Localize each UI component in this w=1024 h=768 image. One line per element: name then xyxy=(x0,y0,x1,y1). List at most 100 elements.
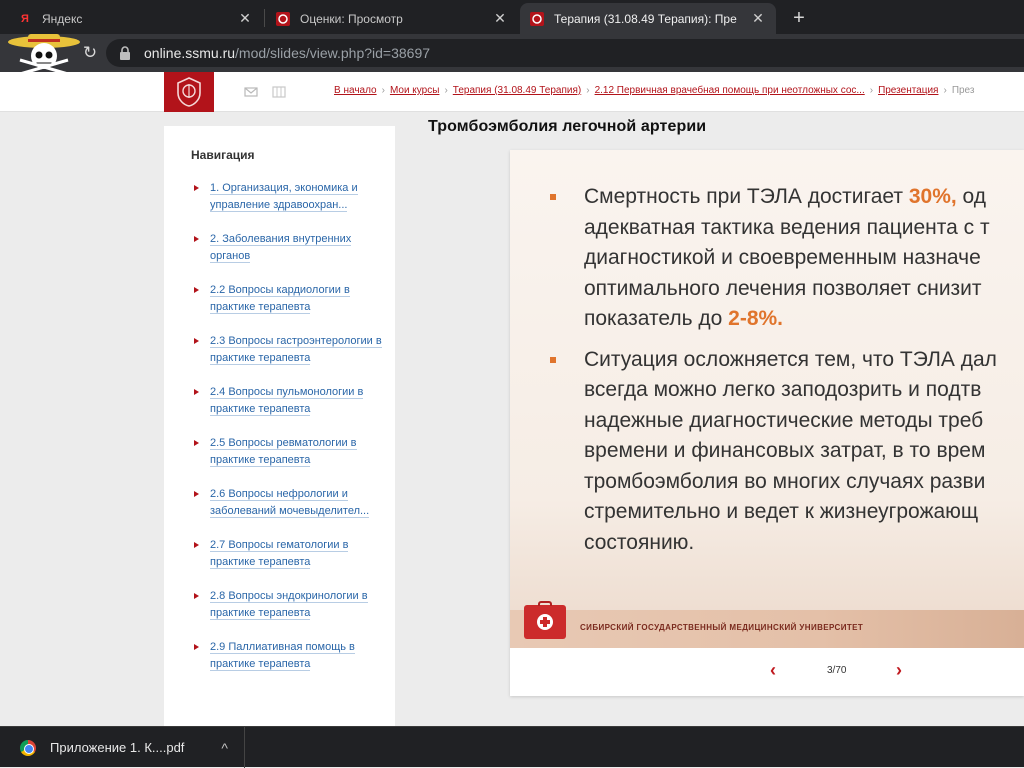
university-crest-logo[interactable] xyxy=(164,72,214,112)
nav-item-label[interactable]: 2.7 Вопросы гематологии в практике терап… xyxy=(210,539,349,569)
breadcrumb-separator: › xyxy=(943,85,947,96)
nav-item-label[interactable]: 2.3 Вопросы гастроэнтерологии в практике… xyxy=(210,335,382,365)
nav-item-label[interactable]: 2.5 Вопросы ревматологии в практике тера… xyxy=(210,437,357,467)
mail-icon[interactable] xyxy=(244,85,258,97)
slide-line: оптимального лечения позволяет снизит xyxy=(584,276,982,300)
download-item[interactable]: Приложение 1. К....pdf ^ xyxy=(10,727,245,768)
slide-image: Смертность при ТЭЛА достигает 30%, од ад… xyxy=(510,150,1024,648)
slide-line: показатель до 2-8%. xyxy=(584,304,1024,335)
breadcrumb-separator: › xyxy=(869,85,874,96)
grid-icon[interactable] xyxy=(272,85,286,98)
url-path: /mod/slides/view.php?id=38697 xyxy=(235,45,431,61)
url-host: online.ssmu.ru xyxy=(144,45,236,61)
arrow-bullet-icon xyxy=(194,185,199,191)
tab-title: Оценки: Просмотр xyxy=(300,11,403,26)
nav-item-pulmonology[interactable]: 2.4 Вопросы пульмонологии в практике тер… xyxy=(192,384,382,418)
slide-line: Смертность при ТЭЛА достигает 30%, од xyxy=(584,182,1024,213)
slide-highlight: 2-8%. xyxy=(728,307,784,330)
nav-item-internal-diseases[interactable]: 2. Заболевания внутренних органов xyxy=(192,231,382,265)
nav-item-rheumatology[interactable]: 2.5 Вопросы ревматологии в практике тера… xyxy=(192,435,382,469)
tab-title: Терапия (31.08.49 Терапия): Пре xyxy=(554,11,737,26)
close-icon[interactable]: ✕ xyxy=(237,10,253,27)
previous-slide-button[interactable]: ‹ xyxy=(770,660,776,681)
ssmu-crest-icon xyxy=(276,11,290,26)
nav-item-label[interactable]: 2.9 Паллиативная помощь в практике терап… xyxy=(210,641,355,671)
arrow-bullet-icon xyxy=(194,338,199,344)
breadcrumb-section[interactable]: 2.12 Первичная врачебная помощь при неот… xyxy=(595,85,865,96)
slide-line: адекватная тактика ведения пациента с т xyxy=(584,215,990,239)
close-icon[interactable]: ✕ xyxy=(492,10,508,27)
slide-bullet-situation: Ситуация осложняется тем, что ТЭЛА дал в… xyxy=(550,345,1024,559)
page-content: В начало › Мои курсы › Терапия (31.08.49 Тер… xyxy=(0,72,1024,726)
yandex-icon: Я xyxy=(21,12,29,25)
slide-text-run: Смертность при ТЭЛА достигает xyxy=(584,185,909,208)
tab-strip: Я Яндекс ✕ Оценки: Просмотр ✕ Терапия (3… xyxy=(0,0,1024,34)
lock-icon xyxy=(118,46,132,60)
download-shelf: Приложение 1. К....pdf ^ xyxy=(0,726,1024,768)
download-filename: Приложение 1. К....pdf xyxy=(50,740,185,755)
nav-item-cardiology[interactable]: 2.2 Вопросы кардиологии в практике терап… xyxy=(192,282,382,316)
slide-pager: ‹ 3/70 › xyxy=(510,648,1024,696)
slide-line: всегда можно легко заподозрить и подтв xyxy=(584,378,982,401)
close-icon[interactable]: ✕ xyxy=(750,10,766,27)
arrow-bullet-icon xyxy=(194,491,199,497)
nav-item-endocrinology[interactable]: 2.8 Вопросы эндокринологии в практике те… xyxy=(192,588,382,622)
slide-text-run: од xyxy=(956,185,987,208)
slide-viewer: Смертность при ТЭЛА достигает 30%, од ад… xyxy=(510,150,1024,696)
slide-highlight: 30%, xyxy=(908,185,957,208)
nav-item-gastroenterology[interactable]: 2.3 Вопросы гастроэнтерологии в практике… xyxy=(192,333,382,367)
tab-therapy[interactable]: Терапия (31.08.49 Терапия): Пре ✕ xyxy=(520,3,776,34)
nav-item-label[interactable]: 2.2 Вопросы кардиологии в практике терап… xyxy=(210,284,350,314)
tab-separator xyxy=(264,9,265,27)
first-aid-kit-icon xyxy=(524,601,566,639)
square-bullet-icon xyxy=(550,194,556,200)
breadcrumb-my-courses[interactable]: Мои курсы xyxy=(390,85,440,96)
tab-grades[interactable]: Оценки: Просмотр ✕ xyxy=(266,3,518,34)
slide-line: диагностикой и своевременным назначе xyxy=(584,246,981,269)
navigation-title: Навигация xyxy=(191,148,255,162)
navigation-block: Навигация 1. Организация, экономика и уп… xyxy=(164,126,395,726)
site-header: В начало › Мои курсы › Терапия (31.08.49 Тер… xyxy=(0,72,1024,112)
tab-title: Яндекс xyxy=(42,11,83,26)
chrome-icon xyxy=(20,739,36,756)
arrow-bullet-icon xyxy=(194,593,199,599)
breadcrumb-course[interactable]: Терапия (31.08.49 Терапия) xyxy=(453,85,581,96)
arrow-bullet-icon xyxy=(194,440,199,446)
slide-line: Ситуация осложняется тем, что ТЭЛА дал xyxy=(584,347,997,371)
breadcrumb-presentation[interactable]: Презентация xyxy=(878,85,938,96)
breadcrumb-separator: › xyxy=(444,85,448,96)
breadcrumb-separator: › xyxy=(381,85,385,96)
address-bar[interactable]: online.ssmu.ru/mod/slides/view.php?id=38… xyxy=(106,39,1024,67)
arrow-bullet-icon xyxy=(194,644,199,650)
nav-item-palliative[interactable]: 2.9 Паллиативная помощь в практике терап… xyxy=(192,639,382,673)
page-title: Тромбоэмболия легочной артерии xyxy=(428,118,707,135)
breadcrumb-current: През xyxy=(951,85,975,96)
nav-item-label[interactable]: 2.4 Вопросы пульмонологии в практике тер… xyxy=(210,386,364,416)
nav-item-hematology[interactable]: 2.7 Вопросы гематологии в практике терап… xyxy=(192,537,382,571)
nav-item-label[interactable]: 1. Организация, экономика и управление з… xyxy=(210,182,358,212)
university-name: СИБИРСКИЙ ГОСУДАРСТВЕННЫЙ МЕДИЦИНСКИЙ УН… xyxy=(580,623,864,632)
nav-item-nephrology[interactable]: 2.6 Вопросы нефрологии и заболеваний моч… xyxy=(192,486,382,520)
browser-window: Я Яндекс ✕ Оценки: Просмотр ✕ Терапия (3… xyxy=(0,0,1024,768)
navigation-list: 1. Организация, экономика и управление з… xyxy=(192,180,382,690)
nav-item-label[interactable]: 2.6 Вопросы нефрологии и заболеваний моч… xyxy=(210,488,370,518)
slide-line: надежные диагностические методы треб xyxy=(584,408,984,432)
slide-counter: 3/70 xyxy=(827,665,847,676)
next-slide-button[interactable]: › xyxy=(896,660,902,681)
new-tab-button[interactable]: + xyxy=(786,5,812,31)
slide-bullet-mortality: Смертность при ТЭЛА достигает 30%, од ад… xyxy=(550,182,1024,335)
reload-icon[interactable]: ↻ xyxy=(80,43,100,63)
ssmu-crest-icon xyxy=(530,11,544,26)
square-bullet-icon xyxy=(550,356,556,363)
arrow-bullet-icon xyxy=(194,542,199,548)
nav-item-label[interactable]: 2.8 Вопросы эндокринологии в практике те… xyxy=(210,590,368,620)
nav-item-label[interactable]: 2. Заболевания внутренних органов xyxy=(210,233,352,263)
breadcrumb-home[interactable]: В начало xyxy=(334,85,377,96)
arrow-bullet-icon xyxy=(194,287,199,293)
breadcrumb-separator: › xyxy=(586,85,590,96)
slide-footer: СИБИРСКИЙ ГОСУДАРСТВЕННЫЙ МЕДИЦИНСКИЙ УН… xyxy=(510,601,1024,648)
nav-item-organization[interactable]: 1. Организация, экономика и управление з… xyxy=(192,180,382,214)
chevron-up-icon[interactable]: ^ xyxy=(221,740,228,756)
slide-line: времени и финансовых затрат, в то врем xyxy=(584,439,986,462)
slide-text-run: показатель до xyxy=(584,307,729,330)
